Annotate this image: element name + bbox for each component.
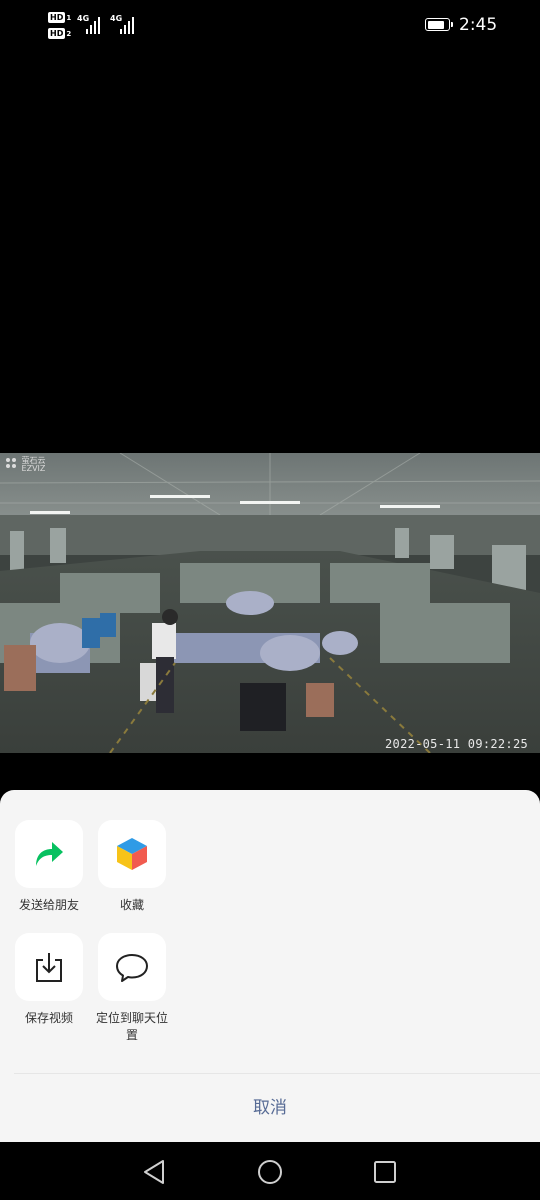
signal-icon <box>86 16 100 34</box>
signal-icon <box>120 16 134 34</box>
ezviz-watermark: 萤石云 EZVIZ <box>5 457 46 473</box>
locate-in-chat-tile[interactable] <box>98 933 166 1001</box>
back-triangle-icon <box>144 1160 164 1184</box>
sim2-indicator: HD 2 <box>48 28 72 39</box>
clock: 2:45 <box>459 15 498 35</box>
video-timestamp: 2022-05-11 09:22:25 <box>385 737 528 751</box>
battery-icon <box>425 18 453 31</box>
share-action-sheet: 发送给朋友 收藏 保存视频 定位到聊天位置 取消 <box>0 790 540 1142</box>
back-button[interactable] <box>141 1158 169 1186</box>
favorite-button[interactable]: 收藏 <box>82 820 182 914</box>
home-circle-icon <box>258 1160 282 1184</box>
video-frame <box>0 453 540 753</box>
favorite-tile[interactable] <box>98 820 166 888</box>
send-to-friend-tile[interactable] <box>15 820 83 888</box>
brand-en: EZVIZ <box>21 464 46 473</box>
download-icon <box>36 953 62 982</box>
ezviz-logo-icon <box>5 457 17 471</box>
favorite-cube-icon <box>117 838 147 870</box>
share-arrow-icon <box>36 842 63 866</box>
recent-square-icon <box>374 1161 396 1183</box>
status-bar: HD 1 HD 2 4G 4G 2:45 <box>0 0 540 52</box>
favorite-label: 收藏 <box>119 898 144 912</box>
save-video-tile[interactable] <box>15 933 83 1001</box>
chat-bubble-icon <box>116 954 148 982</box>
home-button[interactable] <box>256 1158 284 1186</box>
sim1-indicator: HD 1 <box>48 12 72 23</box>
locate-in-chat-label: 定位到聊天位置 <box>95 1011 168 1042</box>
hd-badge: HD <box>48 28 66 39</box>
cancel-button[interactable]: 取消 <box>0 1074 540 1142</box>
locate-in-chat-button[interactable]: 定位到聊天位置 <box>82 933 182 1044</box>
hd-badge: HD <box>48 12 66 23</box>
video-player[interactable]: 萤石云 EZVIZ 2022-05-11 09:22:25 <box>0 453 540 753</box>
navigation-bar <box>0 1142 540 1200</box>
recent-apps-button[interactable] <box>371 1158 399 1186</box>
